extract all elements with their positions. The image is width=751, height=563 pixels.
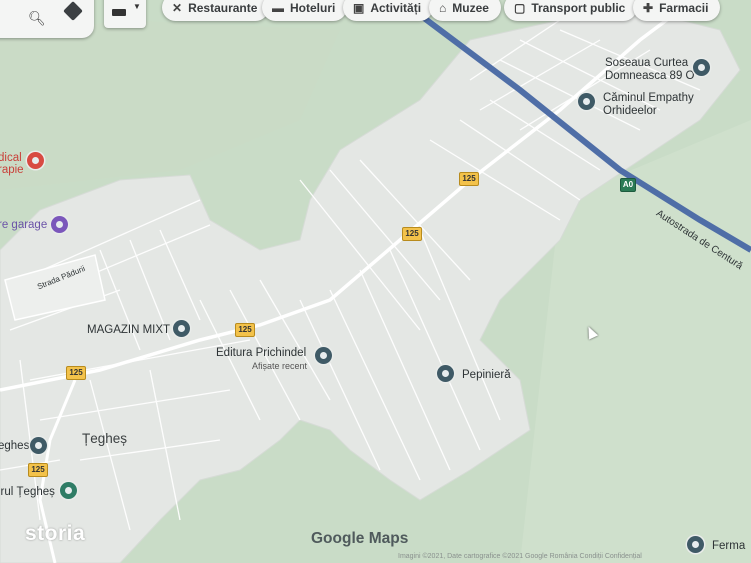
- place-pin[interactable]: [687, 536, 704, 553]
- storia-watermark: storia: [25, 522, 86, 545]
- place-pin[interactable]: [693, 59, 710, 76]
- place-pin[interactable]: [437, 365, 454, 382]
- directions-icon[interactable]: [63, 1, 83, 21]
- route-125-shield: 125: [235, 323, 255, 337]
- chip-farmacii[interactable]: ✚ Farmacii: [633, 0, 721, 21]
- chevron-down-icon: ▼: [133, 2, 141, 11]
- label-teghes: Țegheș: [82, 431, 128, 446]
- layers-icon: [112, 9, 126, 16]
- map-footer[interactable]: Imagini ©2021, Date cartografice ©2021 G…: [398, 553, 642, 560]
- route-125-shield: 125: [66, 366, 86, 380]
- bus-icon: ▢: [514, 0, 526, 15]
- chip-hoteluri[interactable]: ▬ Hoteluri: [262, 0, 348, 21]
- place-pin[interactable]: [578, 93, 595, 110]
- place-pin[interactable]: [30, 437, 47, 454]
- label-magazin-mixt[interactable]: MAGAZIN MIXT: [87, 324, 170, 336]
- bed-icon: ▬: [272, 0, 284, 15]
- medical-pin[interactable]: [27, 152, 44, 169]
- layers-button[interactable]: ▼: [104, 0, 146, 28]
- chip-transport-public[interactable]: ▢ Transport public: [504, 0, 638, 21]
- chip-restaurante[interactable]: ✕ Restaurante: [162, 0, 270, 21]
- label-garage[interactable]: re garage: [0, 219, 47, 231]
- place-pin[interactable]: [315, 347, 332, 364]
- label-soseaua-curtea[interactable]: Soseaua Curtea Domneasca 89 O: [605, 57, 695, 83]
- search-box[interactable]: 🔍︎: [0, 0, 94, 38]
- pharmacy-icon: ✚: [643, 0, 654, 15]
- label-pepiniera[interactable]: Pepinieră: [462, 369, 511, 381]
- fork-knife-icon: ✕: [172, 0, 183, 15]
- place-pin[interactable]: [60, 482, 77, 499]
- camera-icon: ▣: [353, 0, 365, 15]
- chip-muzee[interactable]: ⌂ Muzee: [429, 0, 501, 21]
- garage-pin[interactable]: [51, 216, 68, 233]
- label-medical[interactable]: dical rapie: [0, 152, 24, 176]
- chip-activitati[interactable]: ▣ Activități: [343, 0, 434, 21]
- label-ferma[interactable]: Ferma: [712, 540, 745, 552]
- route-125-shield: 125: [402, 227, 422, 241]
- label-afisate-recent: Afișate recent: [252, 361, 308, 371]
- label-caminul-empathy[interactable]: Căminul Empathy Orhideelor: [603, 92, 694, 118]
- place-pin[interactable]: [173, 320, 190, 337]
- label-eghes[interactable]: eghes: [0, 440, 29, 452]
- label-editura-prichindel[interactable]: Editura Prichindel: [216, 347, 306, 359]
- route-a0-shield: A0: [620, 178, 636, 192]
- map-canvas[interactable]: [0, 0, 751, 563]
- label-irul-teghes[interactable]: irul Țegheș: [0, 486, 55, 498]
- search-icon[interactable]: 🔍︎: [28, 10, 46, 27]
- route-125-shield: 125: [459, 172, 479, 186]
- route-125-shield: 125: [28, 463, 48, 477]
- google-maps-logo: Google Maps: [311, 530, 409, 547]
- museum-icon: ⌂: [439, 0, 447, 15]
